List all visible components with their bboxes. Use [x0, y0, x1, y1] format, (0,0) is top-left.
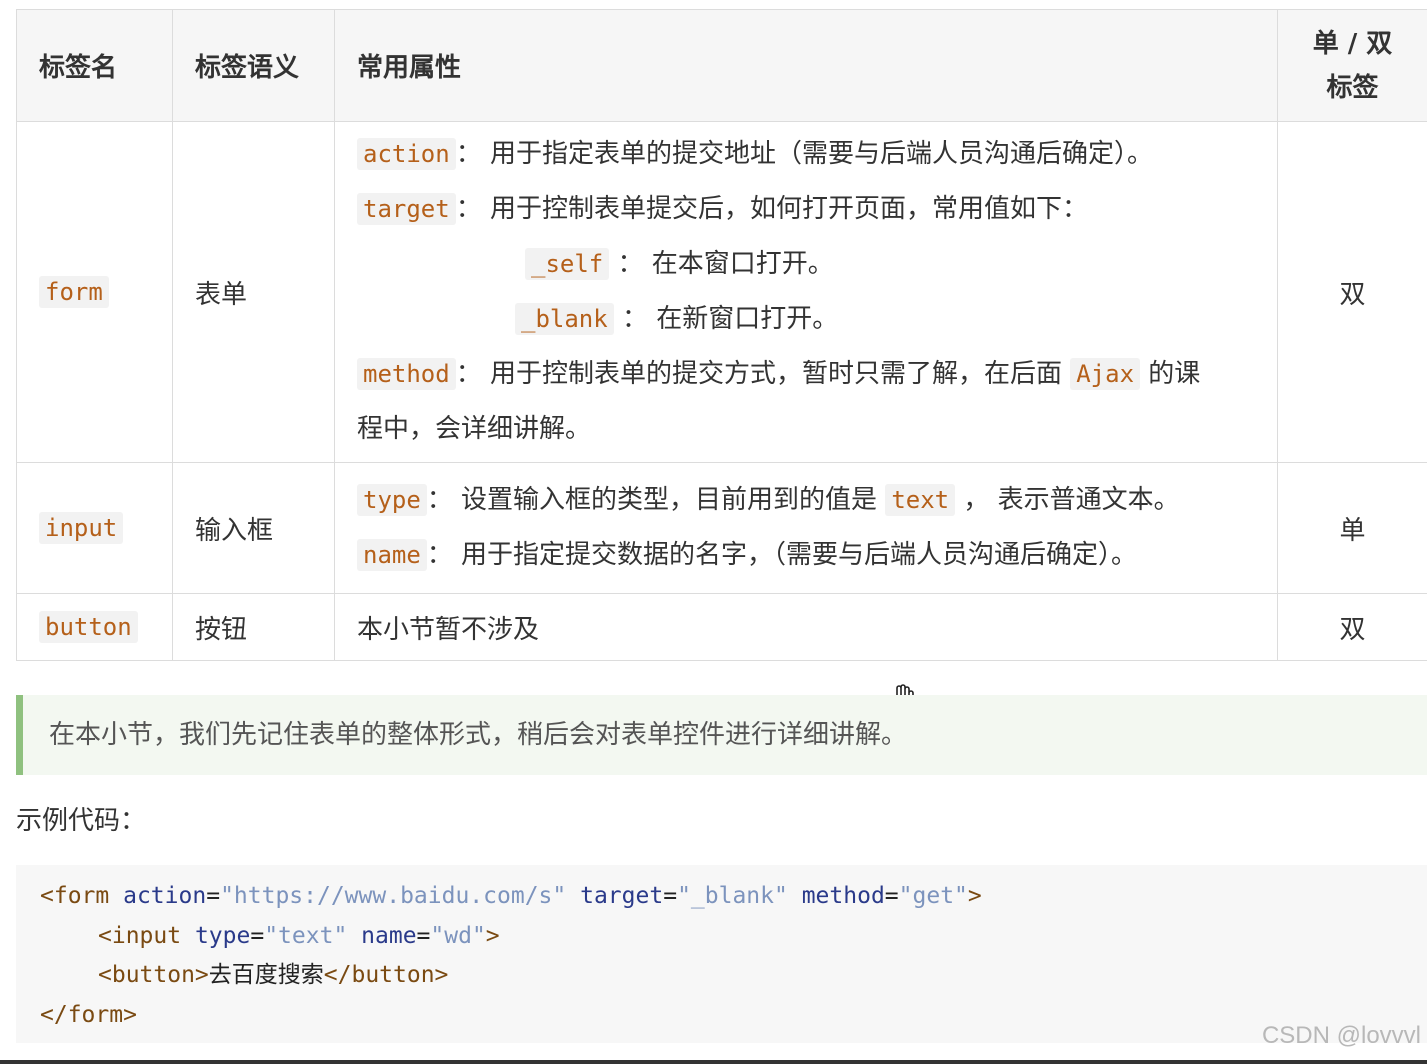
attr-code-blank: _blank [515, 303, 614, 335]
code-string: "wd" [430, 922, 486, 949]
attr-text-name: ： 用于指定提交数据的名字，（需要与后端人员沟通后确定）。 [426, 540, 1138, 570]
attr-line-target: target： 用于控制表单提交后，如何打开页面，常用值如下： [357, 182, 1277, 237]
code-eq: = [884, 883, 899, 909]
code-eq: = [206, 883, 221, 909]
code-tag: > [967, 883, 982, 909]
tip-note: 在本小节，我们先记住表单的整体形式，稍后会对表单控件进行详细讲解。 [16, 695, 1427, 775]
attr-line-action: action： 用于指定表单的提交地址（需要与后端人员沟通后确定）。 [357, 127, 1277, 182]
code-tag: <form [40, 883, 110, 909]
code-tag: > [485, 922, 500, 949]
attr-code-target: target [357, 193, 456, 225]
attr-line-self: _self ： 在本窗口打开。 [357, 237, 1277, 292]
code-tag: </button> [323, 962, 449, 988]
code-block: <form action="https://www.baidu.com/s" t… [16, 865, 1427, 1043]
table-header-row: 标签名 标签语义 常用属性 单 / 双 标签 [16, 9, 1427, 122]
semantic-button: 按钮 [172, 593, 335, 661]
attr-code-type: type [357, 484, 427, 516]
attr-text-self: ： 在本窗口打开。 [609, 249, 834, 279]
header-single-double-line1: 单 / 双 [1312, 28, 1393, 59]
code-string: "_blank" [677, 883, 788, 909]
code-line-button: <button>去百度搜索</button> [40, 956, 1427, 996]
attr-text-type-tail: ， 表示普通文本。 [955, 485, 1180, 515]
code-attr: type [194, 922, 251, 949]
attr-code-ajax: Ajax [1070, 358, 1141, 390]
attr-text-method: ： 用于控制表单的提交方式，暂时只需了解，在后面 [455, 359, 1071, 389]
attr-line-method-continuation: 程中，会详细讲解。 [357, 414, 592, 444]
attr-line-type: type： 设置输入框的类型，目前用到的值是 text ， 表示普通文本。 [357, 473, 1277, 528]
header-single-double-line2: 标签 [1326, 72, 1379, 103]
code-string: "https://www.baidu.com/s" [220, 883, 567, 909]
attr-text-action: ： 用于指定表单的提交地址（需要与后端人员沟通后确定）。 [455, 139, 1153, 169]
code-attr: target [580, 883, 664, 909]
example-code-title: 示例代码： [16, 806, 147, 836]
code-eq: = [250, 922, 265, 949]
attrs-form: action： 用于指定表单的提交地址（需要与后端人员沟通后确定）。 targe… [334, 121, 1278, 463]
code-tag: <input [98, 922, 182, 949]
code-line-input: <input type="text" name="wd"> [40, 917, 1427, 957]
table-row-button: button 按钮 本小节暂不涉及 双 [16, 593, 1427, 661]
tags-table: 标签名 标签语义 常用属性 单 / 双 标签 form 表单 action： 用… [16, 9, 1427, 661]
type-button: 双 [1277, 593, 1427, 661]
bottom-divider [0, 1060, 1427, 1064]
attr-line-blank: _blank ： 在新窗口打开。 [357, 292, 1277, 347]
attr-line-method: method： 用于控制表单的提交方式，暂时只需了解，在后面 Ajax 的课 [357, 347, 1277, 402]
code-string: "text" [264, 922, 348, 949]
type-input: 单 [1277, 462, 1427, 594]
attr-text-type: ： 设置输入框的类型，目前用到的值是 [426, 485, 886, 515]
code-text: 去百度搜索 [208, 962, 324, 988]
attr-text-target: ： 用于控制表单提交后，如何打开页面，常用值如下： [455, 194, 1088, 224]
tag-code-form: form [39, 276, 109, 308]
attr-code-text: text [885, 484, 956, 516]
semantic-form: 表单 [172, 121, 335, 463]
header-tag-name: 标签名 [16, 9, 173, 122]
tag-code-button: button [39, 611, 138, 643]
type-form: 双 [1277, 121, 1427, 463]
code-eq: = [663, 883, 678, 909]
code-attr: action [123, 883, 207, 909]
attr-text-method-tail: 的课 [1140, 359, 1201, 389]
code-tag: <button> [98, 962, 209, 988]
attr-code-self: _self [525, 248, 610, 280]
code-line-form-close: </form> [40, 996, 1427, 1036]
table-row-input: input 输入框 type： 设置输入框的类型，目前用到的值是 text ， … [16, 462, 1427, 594]
attrs-input: type： 设置输入框的类型，目前用到的值是 text ， 表示普通文本。 na… [334, 462, 1278, 594]
code-attr: method [801, 883, 885, 909]
code-string: "get" [898, 883, 968, 909]
tag-code-input: input [39, 512, 124, 544]
code-attr: name [361, 922, 417, 949]
attr-code-method: method [357, 358, 456, 390]
semantic-input: 输入框 [172, 462, 335, 594]
watermark: CSDN @lovvvl [1261, 1022, 1421, 1049]
header-common-attrs: 常用属性 [334, 9, 1278, 122]
attr-code-action: action [357, 138, 456, 170]
attr-text-blank: ： 在新窗口打开。 [613, 304, 839, 334]
code-eq: = [416, 922, 431, 949]
attrs-button: 本小节暂不涉及 [334, 593, 1278, 661]
attr-line-name: name： 用于指定提交数据的名字，（需要与后端人员沟通后确定）。 [357, 528, 1277, 583]
code-line-form-open: <form action="https://www.baidu.com/s" t… [40, 877, 1427, 917]
header-single-double: 单 / 双 标签 [1277, 9, 1427, 122]
header-tag-semantic: 标签语义 [172, 9, 335, 122]
table-row-form: form 表单 action： 用于指定表单的提交地址（需要与后端人员沟通后确定… [16, 121, 1427, 463]
attr-code-name: name [357, 539, 427, 571]
code-tag: </form> [40, 1001, 137, 1028]
